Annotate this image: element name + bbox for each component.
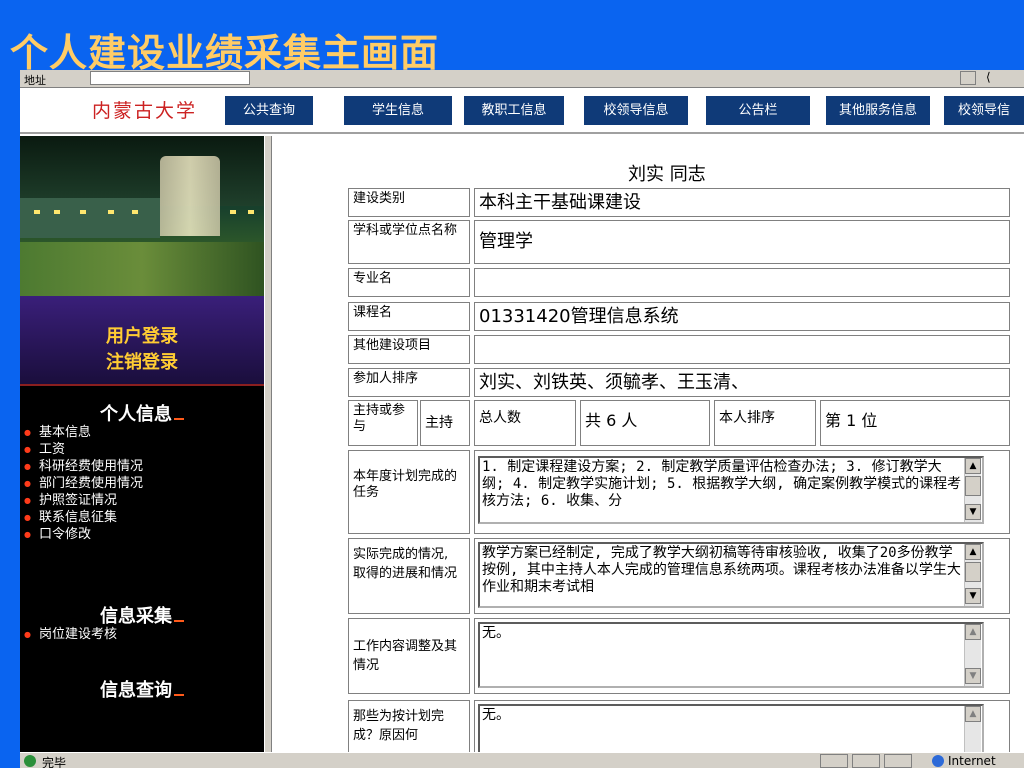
status-bar: 完毕 Internet xyxy=(20,752,1024,768)
field-members[interactable]: 刘实、刘铁英、须毓孝、王玉清、 xyxy=(474,368,1010,397)
zone-text: Internet xyxy=(948,754,996,768)
scrollbar-unfinished[interactable]: ▲ xyxy=(964,706,981,752)
label-major: 专业名 xyxy=(348,268,470,297)
menu-basic-info[interactable]: 基本信息 xyxy=(24,424,143,441)
label-other-project: 其他建设项目 xyxy=(348,335,470,364)
status-text: 完毕 xyxy=(42,756,67,768)
nav-staff-info[interactable]: 教职工信息 xyxy=(464,96,564,125)
menu-dept-funds[interactable]: 部门经费使用情况 xyxy=(24,475,143,492)
field-other-project[interactable] xyxy=(474,335,1010,364)
scroll-up-icon[interactable]: ▲ xyxy=(965,706,981,722)
label-unfinished: 那些为按计划完成？原因何 xyxy=(348,700,470,752)
field-major[interactable] xyxy=(474,268,1010,297)
nav-bulletin[interactable]: 公告栏 xyxy=(706,96,810,125)
sidebar: 用户登录 注销登录 个人信息 基本信息 工资 科研经费使用情况 部门经费使用情况… xyxy=(20,136,264,752)
page-done-icon xyxy=(24,755,36,767)
scroll-down-icon[interactable]: ▼ xyxy=(965,668,981,684)
field-total[interactable]: 共 6 人 xyxy=(580,400,710,446)
scroll-up-icon[interactable]: ▲ xyxy=(965,544,981,560)
field-course[interactable]: 01331420管理信息系统 xyxy=(474,302,1010,331)
user-login-link[interactable]: 用户登录 xyxy=(20,322,264,348)
go-arrow-icon[interactable]: ⟨ xyxy=(986,70,991,84)
label-build-type: 建设类别 xyxy=(348,188,470,217)
section-info-collection: 信息采集 xyxy=(20,602,264,628)
internet-zone-icon xyxy=(932,755,944,767)
nav-leader-info[interactable]: 校领导信息 xyxy=(584,96,688,125)
text-actual: 教学方案已经制定, 完成了教学大纲初稿等待审核验收, 收集了20多份教学按例, … xyxy=(482,545,961,595)
label-adjust: 工作内容调整及其情况 xyxy=(348,618,470,694)
scroll-up-icon[interactable]: ▲ xyxy=(965,458,981,474)
field-build-type[interactable]: 本科主干基础课建设 xyxy=(474,188,1010,217)
nav-public-query[interactable]: 公共查询 xyxy=(225,96,313,125)
greeting: 刘实 同志 xyxy=(628,164,706,185)
menu-research-funds[interactable]: 科研经费使用情况 xyxy=(24,458,143,475)
address-label: 地址 xyxy=(24,74,46,87)
label-total: 总人数 xyxy=(474,400,576,446)
campus-photo xyxy=(20,136,264,296)
label-rank: 本人排序 xyxy=(714,400,816,446)
text-unfinished: 无。 xyxy=(482,707,510,723)
nav-student-info[interactable]: 学生信息 xyxy=(344,96,452,125)
top-nav: 内蒙古大学 公共查询 学生信息 教职工信息 校领导信息 公告栏 其他服务信息 校… xyxy=(20,90,1024,134)
section-info-query: 信息查询 xyxy=(20,676,264,702)
menu-contact-info[interactable]: 联系信息征集 xyxy=(24,509,143,526)
scrollbar-plan[interactable]: ▲ ▼ xyxy=(964,458,981,522)
nav-other-services[interactable]: 其他服务信息 xyxy=(826,96,930,125)
address-dropdown-button[interactable] xyxy=(960,71,976,85)
scroll-thumb[interactable] xyxy=(965,476,981,496)
browser-window: 地址 ⟨ 内蒙古大学 公共查询 学生信息 教职工信息 校领导信息 公告栏 其他服… xyxy=(20,70,1024,768)
field-subject[interactable]: 管理学 xyxy=(474,220,1010,264)
menu-change-password[interactable]: 口令修改 xyxy=(24,526,143,543)
label-course: 课程名 xyxy=(348,302,470,331)
menu-post-assessment[interactable]: 岗位建设考核 xyxy=(24,626,117,643)
menu-passport-visa[interactable]: 护照签证情况 xyxy=(24,492,143,509)
text-adjust: 无。 xyxy=(482,625,510,641)
field-role[interactable]: 主持 xyxy=(420,400,470,446)
scrollbar-adjust[interactable]: ▲ ▼ xyxy=(964,624,981,686)
status-panel xyxy=(852,754,880,768)
login-box: 用户登录 注销登录 xyxy=(20,296,264,386)
address-input[interactable] xyxy=(90,71,250,85)
label-members: 参加人排序 xyxy=(348,368,470,397)
section-personal-info: 个人信息 xyxy=(20,400,264,426)
logout-link[interactable]: 注销登录 xyxy=(20,348,264,374)
label-actual: 实际完成的情况, 取得的进展和情况 xyxy=(348,538,470,614)
main-content: 刘实 同志 建设类别 本科主干基础课建设 学科或学位点名称 管理学 专业名 课程… xyxy=(272,136,1024,752)
field-rank[interactable]: 第 1 位 xyxy=(820,400,1010,446)
nav-leader-info-2[interactable]: 校领导信 xyxy=(944,96,1024,125)
frame-divider[interactable] xyxy=(264,136,272,752)
scroll-down-icon[interactable]: ▼ xyxy=(965,588,981,604)
scroll-thumb[interactable] xyxy=(965,562,981,582)
status-panel xyxy=(820,754,848,768)
scrollbar-actual[interactable]: ▲ ▼ xyxy=(964,544,981,606)
status-panel xyxy=(884,754,912,768)
text-plan: 1. 制定课程建设方案; 2. 制定教学质量评估检查办法; 3. 修订教学大纲;… xyxy=(482,459,962,509)
label-plan: 本年度计划完成的任务 xyxy=(348,450,470,534)
info-collection-menu: 岗位建设考核 xyxy=(24,626,117,643)
menu-salary[interactable]: 工资 xyxy=(24,441,143,458)
scroll-down-icon[interactable]: ▼ xyxy=(965,504,981,520)
address-bar: 地址 ⟨ xyxy=(20,70,1024,88)
label-subject: 学科或学位点名称 xyxy=(348,220,470,264)
slide-title: 个人建设业绩采集主画面 xyxy=(10,30,440,75)
personal-info-menu: 基本信息 工资 科研经费使用情况 部门经费使用情况 护照签证情况 联系信息征集 … xyxy=(24,424,143,543)
university-logo: 内蒙古大学 xyxy=(92,100,198,122)
scroll-up-icon[interactable]: ▲ xyxy=(965,624,981,640)
label-role: 主持或参与 xyxy=(348,400,418,446)
